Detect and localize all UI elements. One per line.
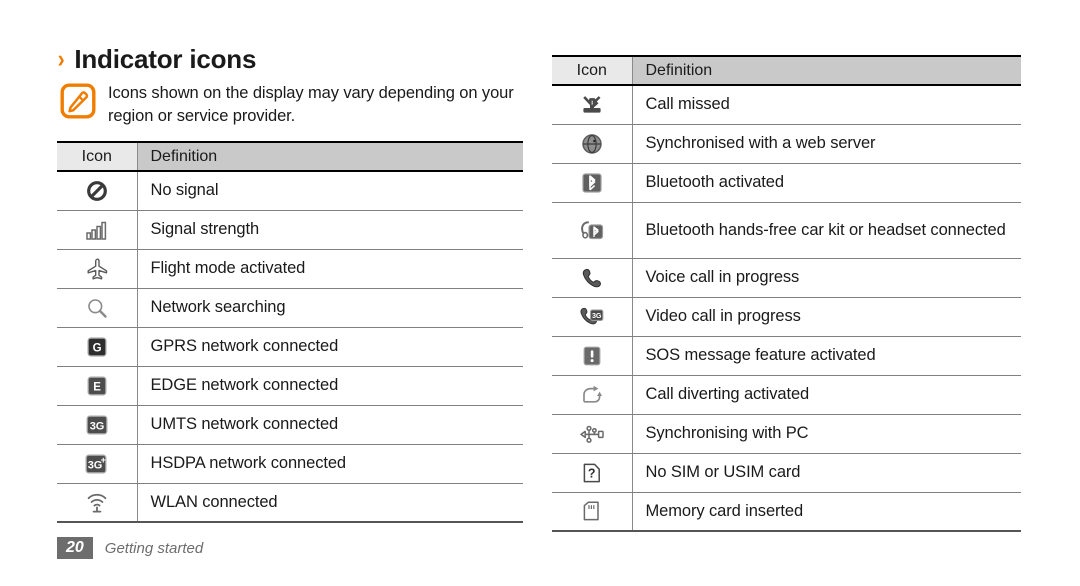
page-number: 20 (57, 537, 93, 559)
sos-message-icon (552, 336, 633, 376)
note-block: Icons shown on the display may vary depe… (60, 82, 530, 128)
page-title: › Indicator icons (57, 44, 257, 75)
table-row: Bluetooth activated (552, 163, 1021, 203)
umts-3g-icon: 3G (57, 405, 138, 445)
indicator-definition: GPRS network connected (137, 327, 523, 367)
indicator-definition: Memory card inserted (632, 492, 1021, 532)
svg-text:+: + (100, 455, 105, 465)
column-header-definition: Definition (137, 141, 523, 172)
call-diverting-icon (552, 375, 633, 415)
column-header-icon: Icon (552, 55, 633, 86)
table-row: Bluetooth hands-free car kit or headset … (552, 202, 1021, 259)
svg-text:?: ? (588, 466, 596, 480)
indicator-definition: Network searching (137, 288, 523, 328)
table-header-row: Icon Definition (552, 55, 1021, 86)
voice-call-icon (552, 258, 633, 298)
indicator-definition: Flight mode activated (137, 249, 523, 289)
table-row: ? No SIM or USIM card (552, 453, 1021, 493)
table-row: Memory card inserted (552, 492, 1021, 532)
table-row: Call diverting activated (552, 375, 1021, 415)
hsdpa-3g-plus-icon: 3G + (57, 444, 138, 484)
no-sim-card-icon: ? (552, 453, 633, 493)
table-row: No signal (57, 171, 523, 211)
indicator-definition: Bluetooth activated (632, 163, 1021, 203)
memory-card-icon (552, 492, 633, 532)
indicator-definition: Call missed (632, 85, 1021, 125)
indicator-definition: UMTS network connected (137, 405, 523, 445)
indicator-definition: HSDPA network connected (137, 444, 523, 484)
heading-text: Indicator icons (74, 44, 257, 74)
table-row: SOS message feature activated (552, 336, 1021, 376)
video-call-icon: 3G (552, 297, 633, 337)
svg-text:3G: 3G (592, 310, 602, 319)
table-row: Call missed (552, 85, 1021, 125)
indicator-definition: Call diverting activated (632, 375, 1021, 415)
wlan-icon (57, 483, 138, 523)
svg-text:E: E (93, 381, 101, 393)
indicator-icons-table-right: Icon Definition Call missed Synchronised … (552, 55, 1021, 532)
web-sync-icon (552, 124, 633, 164)
svg-text:G: G (92, 342, 101, 354)
indicator-definition: Voice call in progress (632, 258, 1021, 298)
column-header-definition: Definition (632, 55, 1021, 86)
gprs-icon: G (57, 327, 138, 367)
table-row: Signal strength (57, 210, 523, 250)
indicator-definition: Synchronised with a web server (632, 124, 1021, 164)
indicator-definition: Video call in progress (632, 297, 1021, 337)
note-pencil-icon (60, 83, 96, 119)
indicator-definition: Signal strength (137, 210, 523, 250)
table-row: Voice call in progress (552, 258, 1021, 298)
indicator-definition: Synchronising with PC (632, 414, 1021, 454)
table-row: WLAN connected (57, 483, 523, 523)
table-row: 3G UMTS network connected (57, 405, 523, 445)
table-header-row: Icon Definition (57, 141, 523, 172)
column-header-icon: Icon (57, 141, 138, 172)
no-signal-icon (57, 171, 138, 211)
table-row: E EDGE network connected (57, 366, 523, 406)
table-row: Synchronised with a web server (552, 124, 1021, 164)
edge-icon: E (57, 366, 138, 406)
page-footer: 20 Getting started (57, 537, 203, 559)
table-row: 3G + HSDPA network connected (57, 444, 523, 484)
indicator-definition: SOS message feature activated (632, 336, 1021, 376)
footer-section-name: Getting started (104, 539, 204, 557)
bluetooth-headset-icon (552, 202, 633, 259)
pc-sync-icon (552, 414, 633, 454)
svg-text:3G: 3G (90, 420, 104, 432)
call-missed-icon (552, 85, 633, 125)
chevron-right-icon: › (57, 45, 65, 73)
network-searching-icon (57, 288, 138, 328)
indicator-definition: EDGE network connected (137, 366, 523, 406)
indicator-definition: Bluetooth hands-free car kit or headset … (632, 202, 1021, 259)
table-row: Network searching (57, 288, 523, 328)
signal-strength-icon (57, 210, 138, 250)
table-row: Synchronising with PC (552, 414, 1021, 454)
indicator-definition: No signal (137, 171, 523, 211)
flight-mode-icon (57, 249, 138, 289)
table-row: G GPRS network connected (57, 327, 523, 367)
note-text: Icons shown on the display may vary depe… (108, 84, 514, 125)
table-row: Flight mode activated (57, 249, 523, 289)
indicator-definition: WLAN connected (137, 483, 523, 523)
bluetooth-icon (552, 163, 633, 203)
indicator-icons-table-left: Icon Definition No signal Signal strength… (57, 141, 523, 523)
manual-page: › Indicator icons Icons shown on the dis… (0, 0, 1080, 586)
indicator-definition: No SIM or USIM card (632, 453, 1021, 493)
table-row: 3G Video call in progress (552, 297, 1021, 337)
